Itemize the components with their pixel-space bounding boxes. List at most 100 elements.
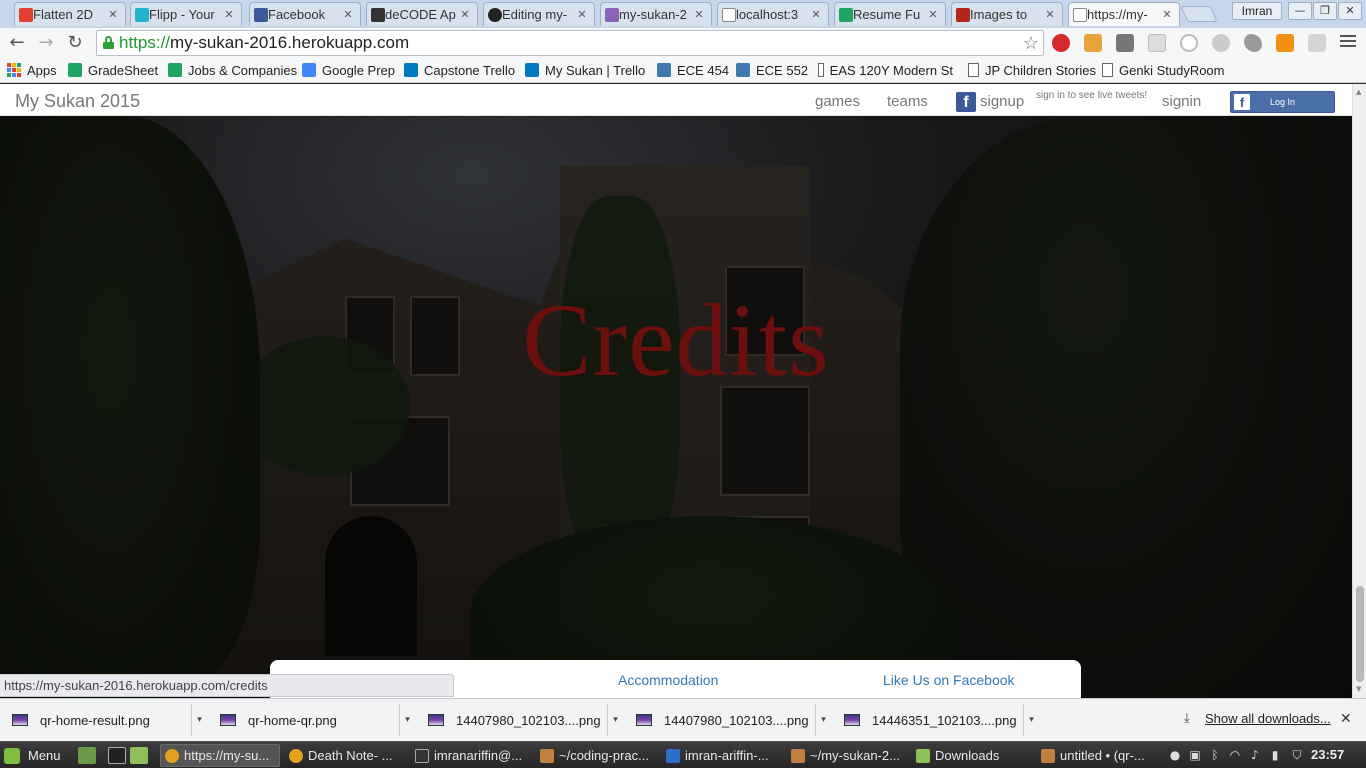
tab-github-editing[interactable]: Editing my- ✕ [483,2,595,26]
accommodation-link[interactable]: Accommodation [618,672,718,688]
forward-arrow-icon[interactable]: → [35,32,57,54]
download-item[interactable]: 14407980_102103....png ▾ [416,704,623,736]
download-item[interactable]: qr-home-result.png ▾ [0,704,207,736]
extension-icon[interactable] [1276,34,1294,52]
facebook-page-link[interactable]: Like Us on Facebook [883,672,1015,688]
chevron-down-icon[interactable]: ▾ [191,704,207,736]
window-close-icon[interactable]: ✕ [1338,2,1362,20]
extension-icon[interactable] [1244,34,1262,52]
tab-close-icon[interactable]: ✕ [342,8,354,21]
tab-close-icon[interactable]: ✕ [459,8,471,21]
nav-teams-link[interactable]: teams [887,93,928,110]
bookmark-apps[interactable]: Apps [7,61,57,79]
tab-close-icon[interactable]: ✕ [693,8,705,21]
system-clock[interactable]: 23:57 [1311,747,1344,762]
bookmark-jobs[interactable]: Jobs & Companies [168,61,297,79]
show-all-downloads-link[interactable]: Show all downloads... [1205,711,1331,726]
bookmark-google-prep[interactable]: Google Prep [302,61,395,79]
tab-facebook[interactable]: Facebook ✕ [249,2,361,26]
tab-close-icon[interactable]: ✕ [1161,8,1173,21]
minimize-icon[interactable]: — [1288,2,1312,20]
taskbar-item-chrome-2[interactable]: Death Note- ... [284,744,404,767]
page-scrollbar[interactable]: ▲ ▼ [1352,84,1366,698]
tab-close-icon[interactable]: ✕ [1044,8,1056,21]
bookmark-mysukan-trello[interactable]: My Sukan | Trello [525,61,645,79]
reload-icon[interactable]: ↻ [64,32,86,54]
download-item[interactable]: qr-home-qr.png ▾ [208,704,415,736]
tab-localhost[interactable]: localhost:3 ✕ [717,2,829,26]
tab-close-icon[interactable]: ✕ [927,8,939,21]
close-shelf-icon[interactable]: ✕ [1340,711,1352,727]
facebook-login-button[interactable]: f Log In [1230,91,1335,113]
taskbar-item-editor-2[interactable]: ~/my-sukan-2... [786,744,906,767]
nav-signup-link[interactable]: signup [980,93,1024,110]
face-extension-icon[interactable] [1084,34,1102,52]
chrome-menu-icon[interactable] [1340,35,1356,49]
extension-icon[interactable] [1180,34,1198,52]
nav-signin-link[interactable]: signin [1162,93,1201,110]
tab-close-icon[interactable]: ✕ [810,8,822,21]
hero-background-image: Credits [0,116,1352,698]
restore-icon[interactable]: ❐ [1313,2,1337,20]
address-bar[interactable]: https://my-sukan-2016.herokuapp.com ☆ [96,30,1044,56]
tab-close-icon[interactable]: ✕ [107,8,119,21]
wifi-icon[interactable]: ◠ [1228,748,1242,762]
download-item[interactable]: 14446351_102103....png ▾ [832,704,1039,736]
chevron-down-icon[interactable]: ▾ [607,704,623,736]
extension-icon[interactable] [1212,34,1230,52]
tab-flipp[interactable]: Flipp - Your ✕ [130,2,242,26]
tab-close-icon[interactable]: ✕ [576,8,588,21]
site-brand[interactable]: My Sukan 2015 [15,91,140,112]
volume-icon[interactable]: ♪ [1248,748,1262,762]
url-host: my-sukan-2016.herokuapp.com [170,33,410,52]
bookmark-ece552[interactable]: ECE 552 [736,61,808,79]
scroll-down-arrow-icon[interactable]: ▼ [1356,685,1361,693]
editor-icon [1041,748,1055,763]
tab-resume[interactable]: Resume Fu ✕ [834,2,946,26]
new-tab-button[interactable] [1180,6,1218,22]
battery-icon[interactable]: ▮ [1268,748,1282,762]
tab-close-icon[interactable]: ✕ [223,8,235,21]
image-file-icon [844,714,860,726]
bookmark-star-icon[interactable]: ☆ [1023,31,1039,55]
bookmark-genki[interactable]: Genki StudyRoom [1102,61,1225,79]
taskbar-item-chrome[interactable]: https://my-su... [160,744,280,767]
chevron-down-icon[interactable]: ▾ [1023,704,1039,736]
opera-extension-icon[interactable] [1052,34,1070,52]
bookmark-ece454[interactable]: ECE 454 [657,61,729,79]
bookmark-jp-children[interactable]: JP Children Stories [968,61,1096,79]
scroll-up-arrow-icon[interactable]: ▲ [1356,88,1361,96]
bluetooth-icon[interactable]: ᛒ [1208,748,1222,762]
scrollbar-thumb[interactable] [1356,586,1364,682]
show-desktop-icon[interactable] [78,747,96,764]
taskbar-item-editor[interactable]: ~/coding-prac... [535,744,655,767]
download-filename: 14407980_102103....png [664,712,809,728]
bookmark-eas120y[interactable]: EAS 120Y Modern St [818,61,953,79]
tab-decode[interactable]: deCODE Ap ✕ [366,2,478,26]
start-menu-button[interactable]: Menu [4,745,61,766]
extension-icon[interactable] [1308,34,1326,52]
taskbar-item-terminal[interactable]: imranariffin@... [410,744,530,767]
back-arrow-icon[interactable]: ← [6,32,28,54]
tab-heroku[interactable]: my-sukan-2 ✕ [600,2,712,26]
download-item[interactable]: 14407980_102103....png ▾ [624,704,831,736]
folder-icon[interactable] [130,747,148,764]
terminal-icon[interactable] [108,747,126,764]
bookmark-gradesheet[interactable]: GradeSheet [68,61,158,79]
extension-icon[interactable] [1148,34,1166,52]
taskbar-item-untitled[interactable]: untitled • (qr-... [1036,744,1160,767]
chevron-down-icon[interactable]: ▾ [399,704,415,736]
chevron-down-icon[interactable]: ▾ [815,704,831,736]
extension-icon[interactable] [1116,34,1134,52]
taskbar-item-downloads[interactable]: Downloads [911,744,1031,767]
nav-games-link[interactable]: games [815,93,860,110]
tab-flatten[interactable]: Flatten 2D ✕ [14,2,126,26]
bookmark-capstone-trello[interactable]: Capstone Trello [404,61,515,79]
shield-icon[interactable]: ⛉ [1290,748,1304,762]
taskbar-item-document[interactable]: imran-ariffin-... [661,744,781,767]
user-icon[interactable]: ● [1168,748,1182,762]
screenshot-icon[interactable]: ▣ [1188,748,1202,762]
tab-images[interactable]: Images to ✕ [951,2,1063,26]
tab-active-sukan[interactable]: https://my- ✕ [1068,2,1180,26]
profile-button[interactable]: Imran [1232,2,1282,20]
